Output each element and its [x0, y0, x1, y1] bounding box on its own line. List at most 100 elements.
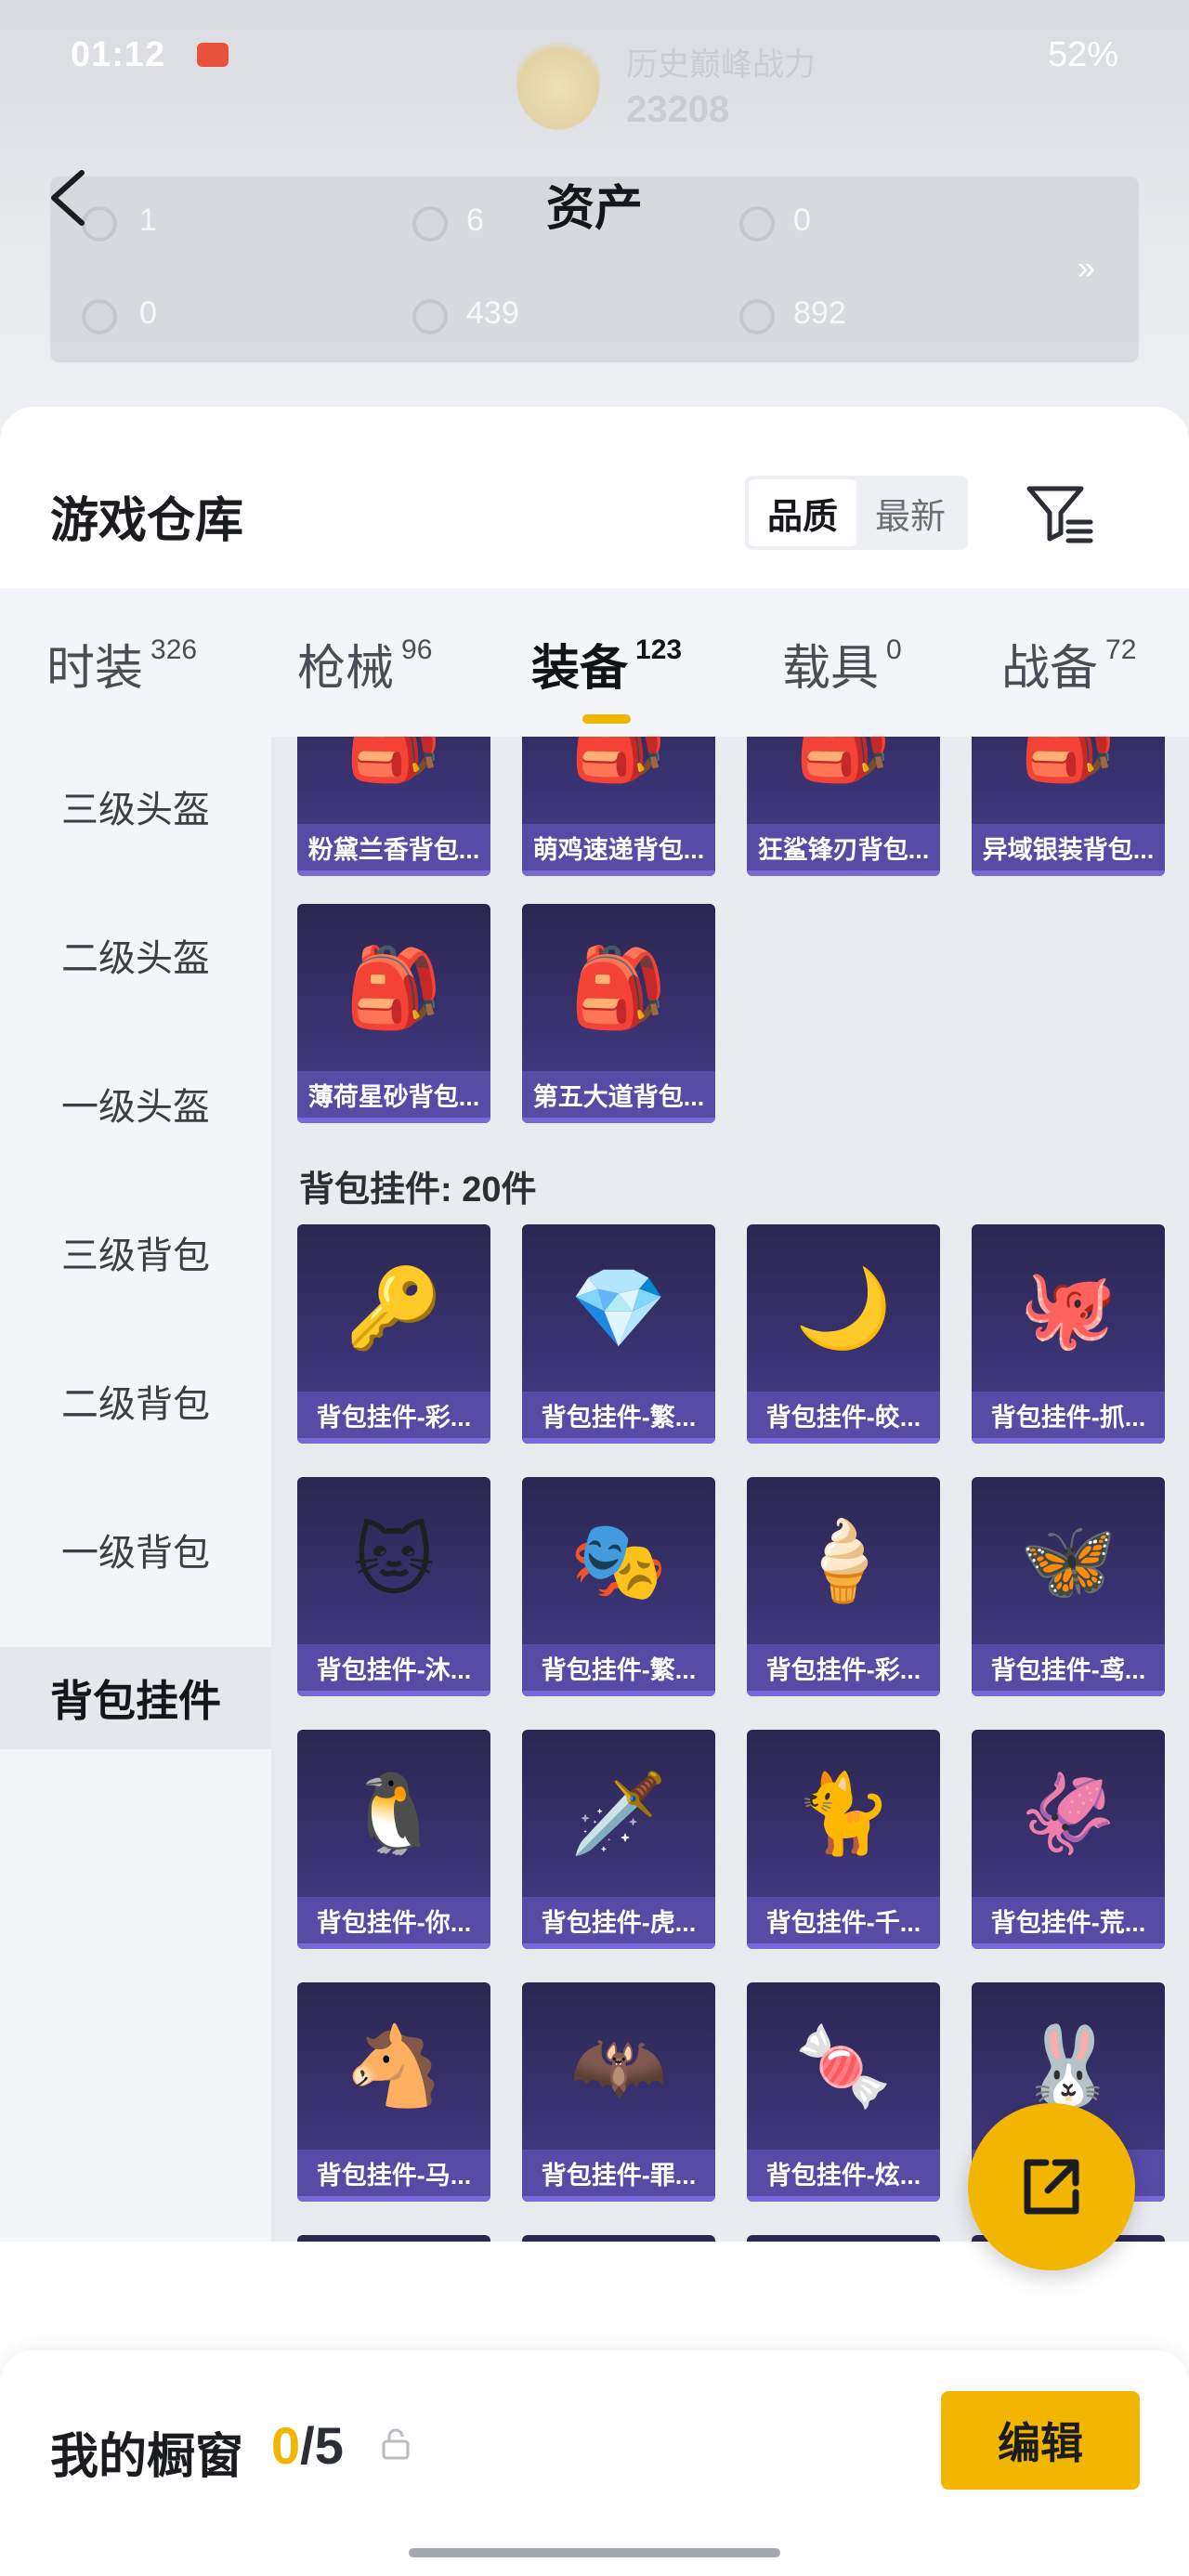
category-level2-helmet[interactable]: 二级头盔	[0, 904, 271, 1006]
item-label: 第五大道背包...	[522, 1071, 715, 1118]
currency-count: 0	[139, 295, 157, 331]
edit-showcase-button[interactable]: 编辑	[941, 2391, 1140, 2490]
sort-quality-button[interactable]: 品质	[749, 479, 856, 546]
item-quality-bar	[297, 1943, 490, 1949]
pendant-item[interactable]: 🦑 背包挂件-荒...	[972, 1730, 1165, 1949]
item-label: 萌鸡速递背包...	[522, 824, 715, 870]
pendant-item[interactable]: 🐴 背包挂件-马...	[297, 1982, 490, 2202]
item-quality-bar	[747, 870, 940, 876]
category-level1-backpack[interactable]: 一级背包	[0, 1498, 271, 1601]
tab-guns[interactable]: 枪械 96	[297, 629, 432, 699]
item-quality-bar	[972, 1691, 1165, 1696]
tab-equipment[interactable]: 装备 123	[531, 629, 682, 724]
pendant-item[interactable]: 🐱 背包挂件-沐...	[297, 1477, 490, 1696]
pendant-art-icon: 🐱	[353, 1517, 435, 1604]
pendant-item[interactable]: 🗡️ 背包挂件-虎...	[522, 1730, 715, 1949]
item-quality-bar	[297, 2196, 490, 2202]
card-icon	[82, 299, 117, 334]
item-label: 背包挂件-彩...	[747, 1644, 940, 1691]
pendant-item[interactable]: 🔑 背包挂件-彩...	[297, 1224, 490, 1444]
showcase-total: /5	[300, 2416, 344, 2475]
category-tabs: 时装 326 枪械 96 装备 123 载具 0 战备 72	[0, 588, 1189, 737]
pendant-item[interactable]: ⚔️	[522, 2235, 715, 2242]
backpack-item[interactable]: 🎒 粉黛兰香背包...	[297, 737, 490, 876]
item-label: 背包挂件-炫...	[747, 2150, 940, 2196]
tab-vehicles[interactable]: 载具 0	[782, 629, 902, 699]
tab-count: 72	[1105, 634, 1137, 665]
item-quality-bar	[522, 870, 715, 876]
pendant-item[interactable]: 🗝️	[297, 2235, 490, 2242]
pendant-art-icon: ⚔️	[522, 2235, 715, 2242]
pendant-item[interactable]: 🌙 背包挂件-皎...	[747, 1224, 940, 1444]
pendant-section-label: 背包挂件: 20件	[299, 1170, 537, 1210]
pendant-item[interactable]: 🔱	[747, 2235, 940, 2242]
tab-label: 战备	[1001, 642, 1099, 696]
share-button[interactable]	[968, 2103, 1135, 2270]
showcase-title: 我的橱窗	[50, 2430, 244, 2484]
item-quality-bar	[522, 1943, 715, 1949]
item-label: 背包挂件-虎...	[522, 1897, 715, 1943]
pendant-art-icon: 🐴	[345, 2021, 443, 2110]
item-quality-bar	[297, 1118, 490, 1123]
backpack-item[interactable]: 🎒 狂鲨锋刃背包...	[747, 737, 940, 876]
item-quality-bar	[747, 1691, 940, 1696]
backpack-item[interactable]: 🎒 薄荷星砂背包...	[297, 904, 490, 1123]
category-level1-helmet[interactable]: 一级头盔	[0, 1053, 271, 1155]
pendant-art-icon: 🗝️	[297, 2235, 490, 2242]
pendant-item[interactable]: 🍦 背包挂件-彩...	[747, 1477, 940, 1696]
item-quality-bar	[972, 870, 1165, 876]
share-icon	[1024, 2159, 1079, 2215]
pendant-item[interactable]: 🦋 背包挂件-鸢...	[972, 1477, 1165, 1696]
item-quality-bar	[522, 2196, 715, 2202]
pendant-item[interactable]: 🐙 背包挂件-抓...	[972, 1224, 1165, 1444]
item-label: 粉黛兰香背包...	[297, 824, 490, 870]
pendant-art-icon: 🍦	[794, 1516, 893, 1604]
sort-newest-button[interactable]: 最新	[856, 479, 964, 546]
item-label: 背包挂件-荒...	[972, 1897, 1165, 1943]
pendant-art-icon: 🐈	[794, 1769, 893, 1857]
backpack-item[interactable]: 🎒 异域银装背包...	[972, 737, 1165, 876]
tab-count: 0	[886, 634, 902, 665]
tab-combat-supplies[interactable]: 战备 72	[1001, 629, 1136, 699]
item-label: 背包挂件-鸢...	[972, 1644, 1165, 1691]
backpack-art-icon: 🎒	[569, 943, 668, 1031]
pendant-item[interactable]: 💎 背包挂件-繁...	[522, 1224, 715, 1444]
item-quality-bar	[972, 1438, 1165, 1444]
rank-medal-icon	[516, 37, 600, 130]
showcase-bar: 我的橱窗 0/5 编辑	[0, 2350, 1189, 2576]
category-backpack-pendant[interactable]: 背包挂件	[0, 1647, 271, 1749]
pendant-item[interactable]: 🐧 背包挂件-你...	[297, 1730, 490, 1949]
tab-count: 96	[401, 634, 433, 665]
pendant-item[interactable]: 🎭 背包挂件-繁...	[522, 1477, 715, 1696]
warehouse-title: 游戏仓库	[50, 494, 244, 548]
coin-icon	[739, 299, 775, 334]
item-label: 背包挂件-繁...	[522, 1644, 715, 1691]
lock-icon	[382, 2428, 410, 2460]
pendant-art-icon: 💎	[569, 1263, 668, 1352]
backpack-art-icon: 🎒	[569, 737, 668, 784]
category-level2-backpack[interactable]: 二级背包	[0, 1350, 271, 1452]
item-label: 薄荷星砂背包...	[297, 1071, 490, 1118]
item-label: 背包挂件-沐...	[297, 1644, 490, 1691]
currency-count: 439	[466, 295, 519, 331]
pendant-item[interactable]: 🍬 背包挂件-炫...	[747, 1982, 940, 2202]
filter-button[interactable]	[1022, 479, 1096, 546]
tab-fashion[interactable]: 时装 326	[46, 629, 197, 699]
notification-icon	[197, 43, 229, 67]
pendant-item[interactable]: 🦇 背包挂件-罪...	[522, 1982, 715, 2202]
ghost-peak-value: 23208	[626, 89, 730, 130]
pendant-art-icon: 🦋	[1019, 1516, 1117, 1604]
item-quality-bar	[297, 1438, 490, 1444]
item-quality-bar	[522, 1438, 715, 1444]
pendant-item[interactable]: 🐈 背包挂件-千...	[747, 1730, 940, 1949]
backpack-item[interactable]: 🎒 第五大道背包...	[522, 904, 715, 1123]
category-level3-helmet[interactable]: 三级头盔	[0, 755, 271, 857]
active-tab-indicator	[582, 714, 632, 724]
item-quality-bar	[297, 1691, 490, 1696]
pendant-art-icon: 🐧	[345, 1769, 443, 1857]
pendant-art-icon: 🔱	[747, 2235, 940, 2242]
backpack-item[interactable]: 🎒 萌鸡速递背包...	[522, 737, 715, 876]
backpack-art-icon: 🎒	[345, 943, 443, 1031]
category-level3-backpack[interactable]: 三级背包	[0, 1201, 271, 1303]
item-grid: 🎒 粉黛兰香背包... 🎒 萌鸡速递背包... 🎒 狂鲨锋刃背包... 🎒 异域银装背包…	[271, 737, 1189, 2242]
